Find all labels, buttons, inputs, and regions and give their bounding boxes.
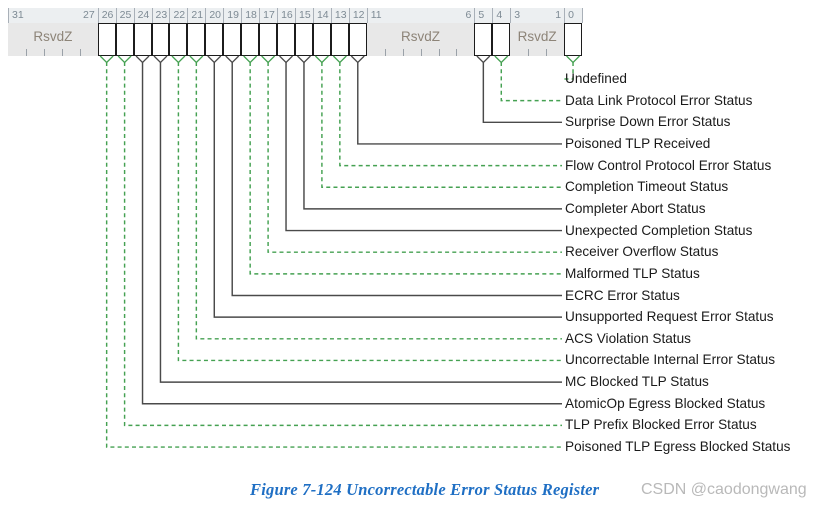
callout-label-bit-14: Completion Timeout Status bbox=[565, 179, 729, 195]
callout-label-bit-5: Surprise Down Error Status bbox=[565, 114, 731, 130]
callout-label-bit-4: Data Link Protocol Error Status bbox=[565, 92, 753, 108]
callout-label-bit-22: Uncorrectable Internal Error Status bbox=[565, 352, 776, 368]
callout-label-bit-16: Unexpected Completion Status bbox=[565, 222, 753, 238]
callout-label-bit-18: Malformed TLP Status bbox=[565, 265, 700, 281]
callout-label-bit-12: Poisoned TLP Received bbox=[565, 135, 711, 151]
callout-label-bit-17: Receiver Overflow Status bbox=[565, 244, 719, 260]
watermark: CSDN @caodongwang bbox=[641, 481, 807, 498]
callout-label-bit-20: Unsupported Request Error Status bbox=[565, 309, 774, 325]
callout-label-bit-19: ECRC Error Status bbox=[565, 287, 680, 303]
callout-label-list: Undefined Data Link Protocol Error Status… bbox=[0, 0, 815, 507]
callout-label-bit-23: MC Blocked TLP Status bbox=[565, 374, 709, 390]
callout-label-bit-21: ACS Violation Status bbox=[565, 330, 691, 346]
callout-label-bit-13: Flow Control Protocol Error Status bbox=[565, 157, 772, 173]
figure-canvas: 31 27 26 25 24 23 22 21 20 19 18 17 16 15 14 13 12 11 6 5 4 3… bbox=[0, 0, 815, 507]
callout-label-bit-0: Undefined bbox=[565, 71, 627, 86]
callout-label-bit-25: TLP Prefix Blocked Error Status bbox=[565, 417, 757, 433]
callout-label-bit-24: AtomicOp Egress Blocked Status bbox=[565, 395, 766, 411]
figure-caption: Figure 7-124 Uncorrectable Error Status … bbox=[250, 480, 600, 499]
callout-label-bit-15: Completer Abort Status bbox=[565, 200, 706, 216]
callout-label-bit-26: Poisoned TLP Egress Blocked Status bbox=[565, 439, 791, 455]
